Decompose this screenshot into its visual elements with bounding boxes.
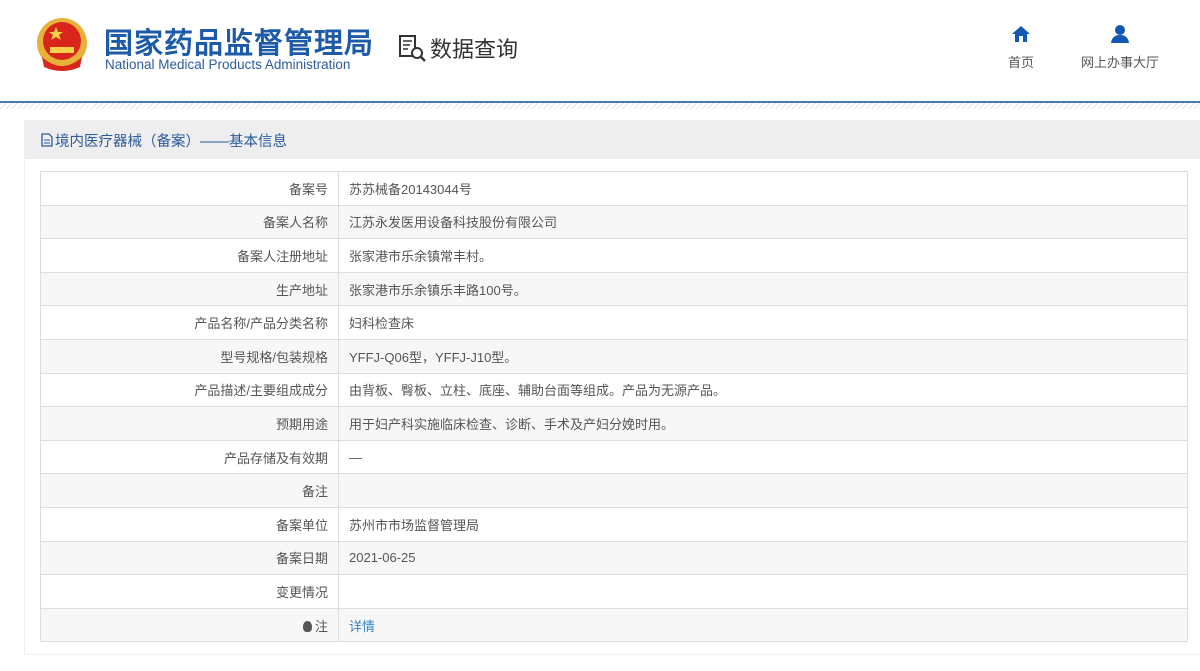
field-label: 注 [40,607,339,643]
nav-online-hall[interactable]: 网上办事大厅 [1081,24,1159,71]
field-value: 苏州市市场监督管理局 [338,506,1188,542]
field-value: 由背板、臀板、立柱、底座、辅助台面等组成。产品为无源产品。 [338,372,1188,408]
field-value [338,473,1188,508]
field-value: 用于妇产科实施临床检查、诊断、手术及产妇分娩时用。 [338,406,1188,441]
home-icon [1012,26,1030,42]
table-row: 备案人名称 江苏永发医用设备科技股份有限公司 [40,204,1188,240]
national-emblem-icon [37,18,87,71]
table-row: 产品名称/产品分类名称 妇科检查床 [40,305,1188,340]
field-label: 预期用途 [40,406,339,441]
field-label: 生产地址 [40,271,339,307]
section-title: 数据查询 [430,37,519,62]
field-value: 苏苏械备20143044号 [338,171,1188,206]
field-label: 型号规格/包装规格 [40,338,339,374]
field-label: 备案号 [40,171,339,206]
field-value: 张家港市乐余镇常丰村。 [338,238,1188,273]
info-panel: 境内医疗器械（备案）——基本信息 备案号 苏苏械备20143044号 备案人名称 江苏… [24,120,1200,655]
field-value: YFFJ-Q06型，YFFJ-J10型。 [338,338,1188,374]
table-row: 备案日期 2021-06-25 [40,540,1188,576]
field-value: 2021-06-25 [338,540,1188,576]
document-search-icon [399,35,426,62]
field-value: 张家港市乐余镇乐丰路100号。 [338,271,1188,307]
header-hatch [0,103,1200,109]
panel-title: 境内医疗器械（备案）——基本信息 [55,133,287,150]
site-header: 国家药品监督管理局 National Medical Products Admi… [0,0,1200,102]
field-label: 产品名称/产品分类名称 [40,305,339,340]
table-row: 型号规格/包装规格 YFFJ-Q06型，YFFJ-J10型。 [40,338,1188,374]
table-row: 备案人注册地址 张家港市乐余镇常丰村。 [40,238,1188,273]
table-row: 生产地址 张家港市乐余镇乐丰路100号。 [40,271,1188,307]
field-label: 备案人注册地址 [40,238,339,273]
field-value [338,574,1188,609]
field-label: 产品描述/主要组成成分 [40,372,339,408]
nav-online-hall-label: 网上办事大厅 [1081,55,1160,70]
info-table: 备案号 苏苏械备20143044号 备案人名称 江苏永发医用设备科技股份有限公司 备案人… [40,171,1188,643]
field-label: 变更情况 [40,574,339,609]
table-row: 产品存储及有效期 — [40,439,1188,475]
table-row: 备案号 苏苏械备20143044号 [40,171,1188,206]
table-row: 备注 [40,473,1188,508]
table-row: 变更情况 [40,574,1188,609]
field-label: 备案人名称 [40,204,339,240]
org-name-cn: 国家药品监督管理局 [104,28,375,60]
document-icon [41,133,53,147]
table-row: 预期用途 用于妇产科实施临床检查、诊断、手术及产妇分娩时用。 [40,406,1188,441]
org-name-en: National Medical Products Administration [105,57,351,72]
table-row: 产品描述/主要组成成分 由背板、臀板、立柱、底座、辅助台面等组成。产品为无源产品。 [40,372,1188,408]
field-value: — [338,439,1188,475]
field-value[interactable]: 详情 [338,607,1188,643]
field-label: 产品存储及有效期 [40,439,339,475]
field-value: 妇科检查床 [338,305,1188,340]
table-row: 备案单位 苏州市市场监督管理局 [40,506,1188,542]
field-label: 备案单位 [40,506,339,542]
nav-home-label: 首页 [1008,55,1035,70]
table-row: 注详情 [40,607,1188,643]
panel-header: 境内医疗器械（备案）——基本信息 [25,121,1200,159]
nav-home[interactable]: 首页 [1008,24,1034,71]
lightbulb-icon [302,620,312,632]
field-value: 江苏永发医用设备科技股份有限公司 [338,204,1188,240]
user-icon [1111,25,1129,43]
data-query-title: 数据查询 [398,32,518,64]
field-label: 备案日期 [40,540,339,576]
field-label: 备注 [40,473,339,508]
